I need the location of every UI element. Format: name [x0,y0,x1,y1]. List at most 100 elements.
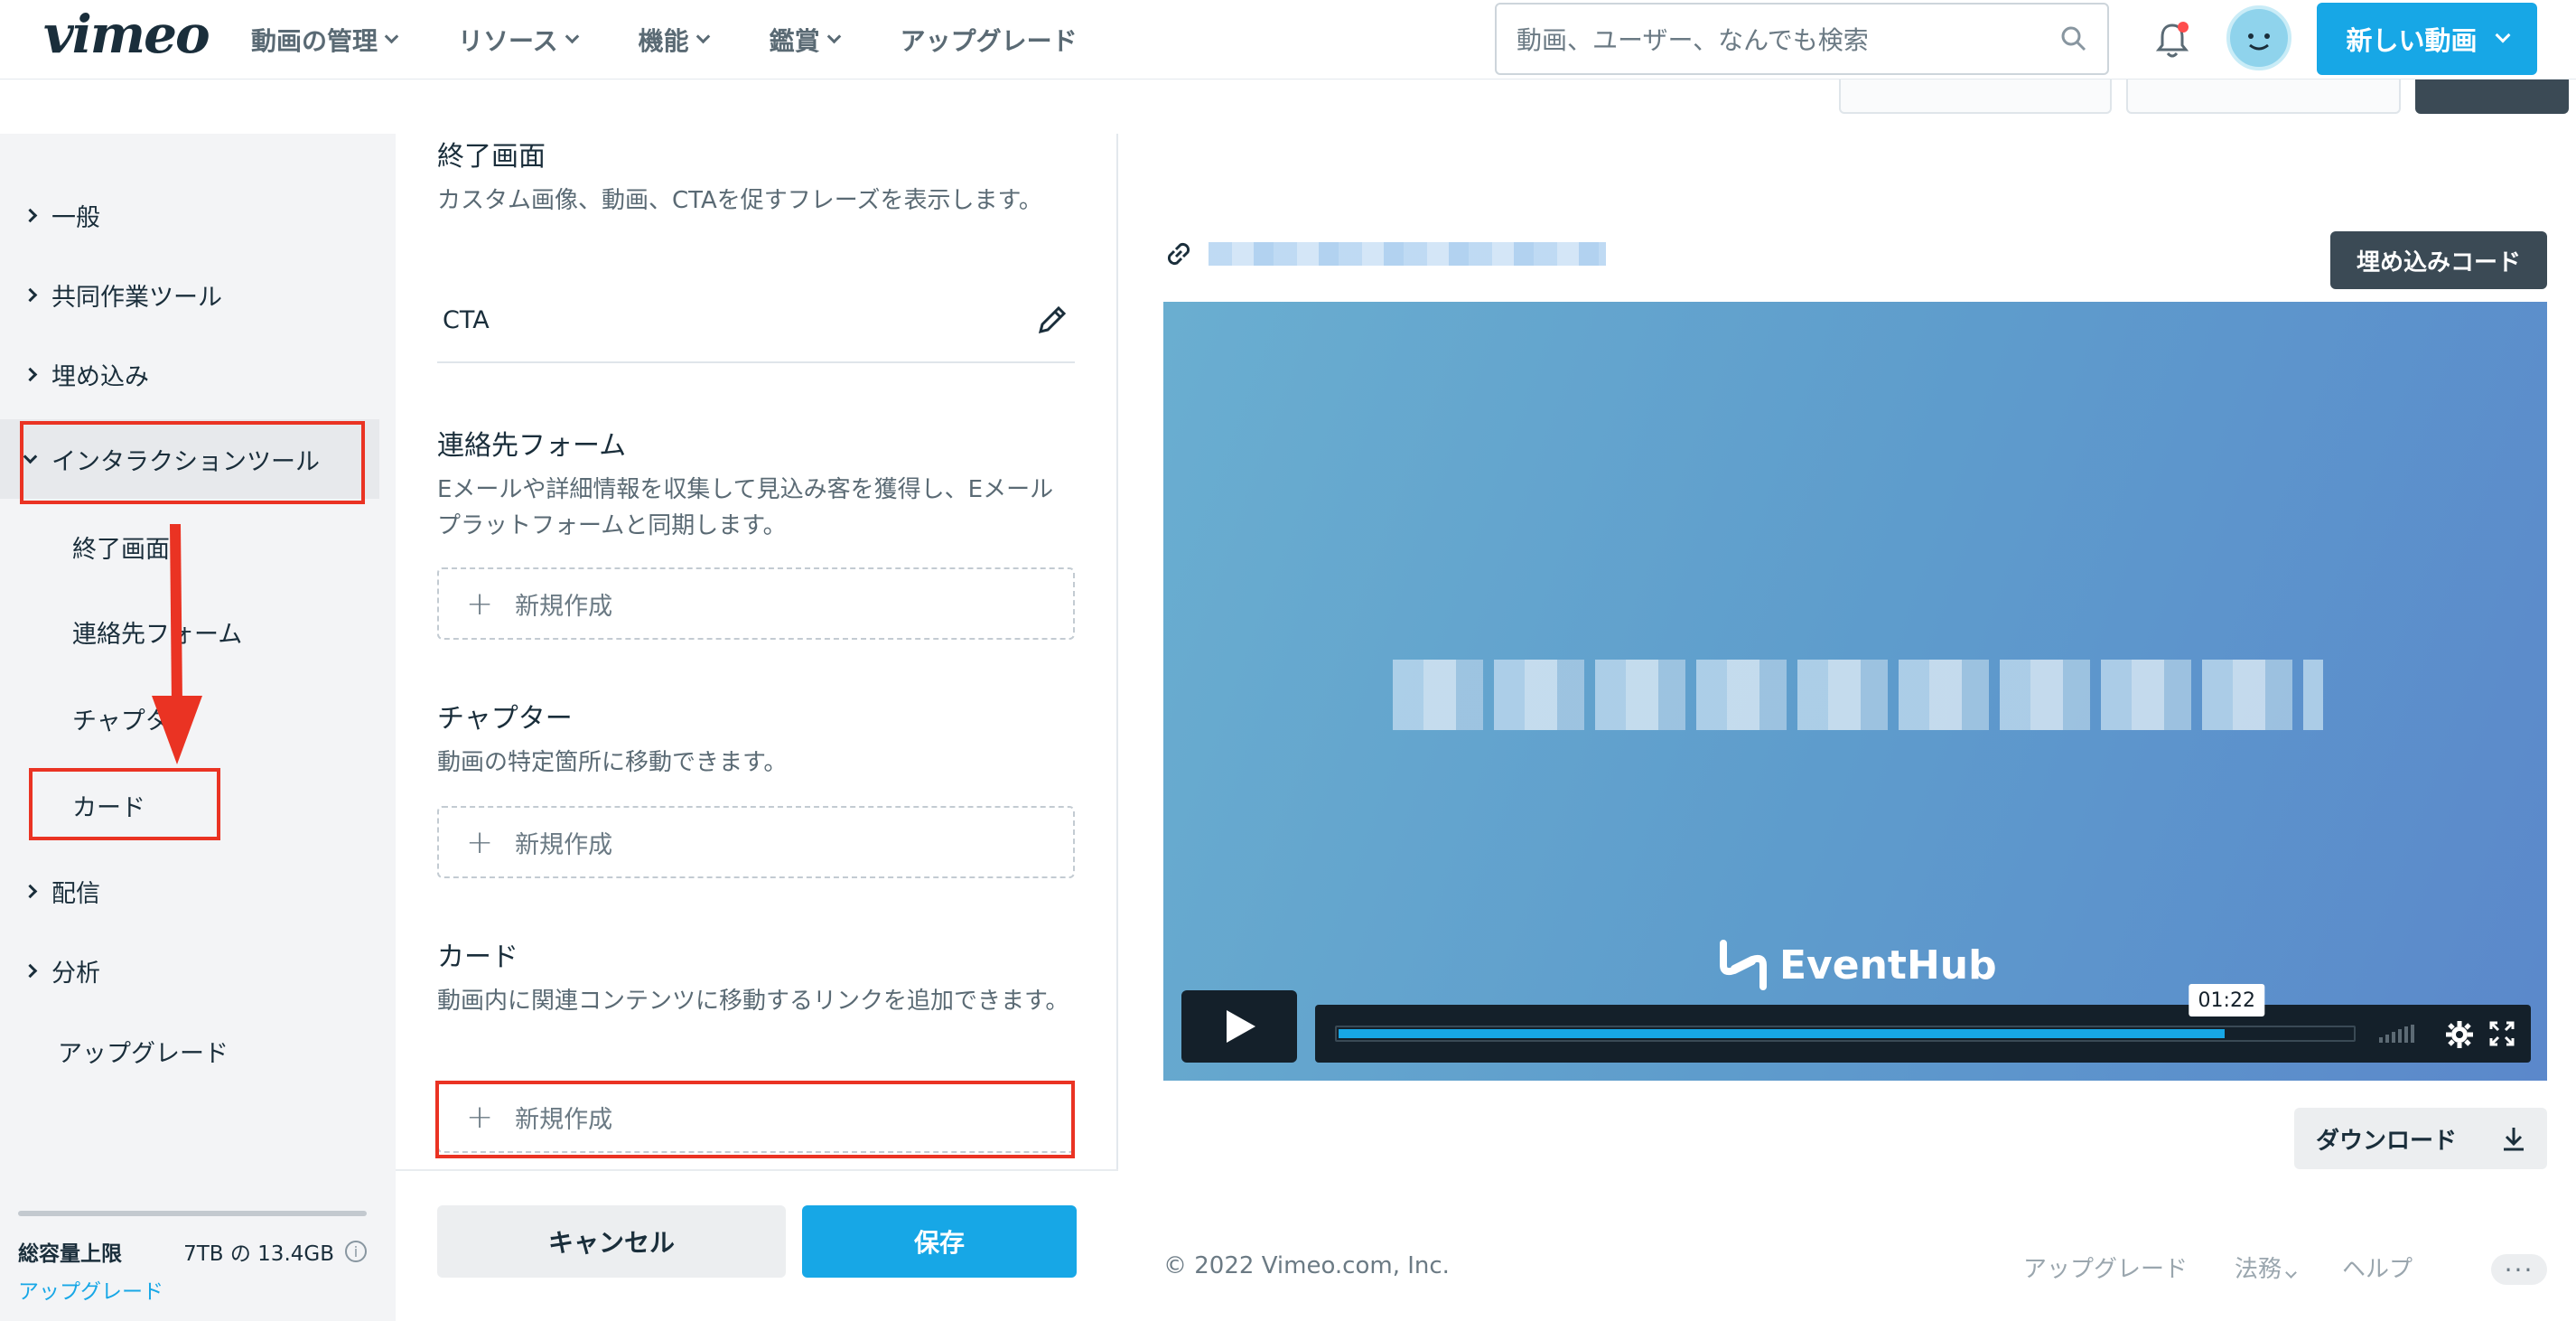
annotation-box-interaction-tools [20,421,365,504]
toolbar-button[interactable] [2126,80,2401,114]
section-desc-contact-form: Eメールや詳細情報を収集して見込み客を獲得し、Eメールプラットフォームと同期しま… [437,476,1054,539]
chevron-right-icon [23,287,38,302]
search-input[interactable]: 動画、ユーザー、なんでも検索 [1495,3,2109,75]
search-placeholder: 動画、ユーザー、なんでも検索 [1517,25,1869,55]
footer-links: アップグレード 法務 ヘルプ [2023,1251,2459,1284]
fullscreen-icon[interactable] [2489,1021,2515,1046]
chevron-right-icon [23,367,38,381]
section-title-chapters: チャプター [437,703,573,735]
panel-footer: キャンセル 保存 [396,1169,1118,1321]
current-time: 01:22 [2189,984,2264,1017]
save-button[interactable]: 保存 [802,1205,1077,1278]
cancel-button[interactable]: キャンセル [437,1205,786,1278]
footer-link-label: 法務 [2235,1256,2282,1283]
sidebar-item-label: 配信 [51,879,100,908]
section-desc-end-screen: カスタム画像、動画、CTAを促すフレーズを表示します。 [437,187,1042,214]
nav-manage-videos[interactable]: 動画の管理 [251,22,399,58]
nav-label: 鑑賞 [769,26,820,56]
nav-watch[interactable]: 鑑賞 [769,22,841,58]
main-nav: 動画の管理 リソース 機能 鑑賞 アップグレード [251,22,1139,58]
chevron-right-icon [23,208,38,222]
storage-label: 総容量上限 [18,1242,122,1266]
section-desc-cards: 動画内に関連コンテンツに移動するリンクを追加できます。 [437,988,1069,1015]
nav-features[interactable]: 機能 [638,22,710,58]
volume-icon[interactable] [2379,1025,2417,1043]
info-icon[interactable]: i [345,1241,367,1262]
annotation-box-new-card [435,1081,1075,1158]
sidebar-item-distribution[interactable]: 配信 [0,851,379,931]
video-link-row[interactable] [1162,237,1606,271]
sidebar-item-embed[interactable]: 埋め込み [0,334,379,414]
progress-fill [1339,1029,2226,1038]
contact-form-new-button[interactable]: + 新規作成 [437,567,1075,640]
nav-label: リソース [458,26,558,56]
chevron-down-icon [565,29,579,43]
sidebar-item-collaboration[interactable]: 共同作業ツール [0,255,379,334]
annotation-box-cards [29,768,220,840]
sidebar-item-analytics[interactable]: 分析 [0,931,379,1010]
play-button[interactable] [1181,990,1297,1063]
vimeo-logo[interactable]: vimeo [43,4,210,65]
plus-icon: + [466,585,494,623]
storage-bar [18,1211,367,1216]
sidebar-item-upgrade[interactable]: アップグレード [58,1034,229,1069]
search-icon [2061,26,2086,52]
page: vimeo 動画の管理 リソース 機能 鑑賞 アップグレード 動画、ユーザー、な… [0,0,2576,1321]
new-video-button[interactable]: 新しい動画 [2317,3,2537,75]
annotation-arrow-icon [152,524,202,764]
notification-bell-icon[interactable] [2154,20,2190,60]
storage-upgrade-link[interactable]: アップグレード [18,1274,367,1305]
embed-code-button[interactable]: 埋め込みコード [2330,231,2547,289]
storage-value: 7TB の 13.4GB [183,1242,334,1266]
more-options-button[interactable]: ··· [2491,1254,2547,1285]
video-player[interactable]: EventHub 01:22 [1163,302,2547,1081]
video-title-redacted [1393,660,2323,730]
end-screen-cta-row[interactable]: CTA [437,278,1075,363]
avatar[interactable] [2226,5,2291,70]
pencil-icon[interactable] [1035,303,1069,337]
chevron-right-icon [23,963,38,978]
sidebar-item-label: 埋め込み [51,362,149,391]
footer-link-help[interactable]: ヘルプ [2342,1251,2413,1284]
top-header: vimeo 動画の管理 リソース 機能 鑑賞 アップグレード 動画、ユーザー、な… [0,0,2576,80]
chevron-down-icon [2285,1267,2297,1279]
nav-resources[interactable]: リソース [458,22,579,58]
new-video-label: 新しい動画 [2346,25,2478,56]
gear-icon[interactable] [2444,1019,2475,1050]
nav-label: 動画の管理 [251,26,378,56]
chevron-down-icon [2495,27,2510,43]
player-controls: 01:22 [1315,984,2531,1063]
plus-icon: + [466,823,494,861]
eventhub-mark-icon [1720,940,1767,990]
copyright: © 2022 Vimeo.com, Inc. [1163,1252,1450,1279]
section-title-contact-form: 連絡先フォーム [437,430,627,462]
video-url-redacted[interactable] [1209,242,1606,266]
footer-link-upgrade[interactable]: アップグレード [2023,1251,2188,1284]
sidebar-item-label: 分析 [51,959,100,988]
storage-row: 総容量上限 7TB の 13.4GB i [18,1236,367,1267]
chapters-new-button[interactable]: + 新規作成 [437,806,1075,878]
download-button[interactable]: ダウンロード [2294,1108,2547,1169]
download-label: ダウンロード [2316,1127,2458,1155]
nav-label: アップグレード [900,26,1078,56]
face-icon [2248,33,2270,51]
link-icon [1167,242,1190,266]
section-title-end-screen: 終了画面 [437,141,546,173]
nav-label: 機能 [638,26,689,56]
chevron-down-icon [384,29,399,43]
toolbar-button[interactable] [2415,80,2569,114]
new-button-label: 新規作成 [515,592,613,621]
play-icon [1227,1010,1255,1043]
toolbar-button[interactable] [1839,80,2112,114]
chevron-down-icon [826,29,841,43]
footer-link-legal[interactable]: 法務 [2235,1251,2297,1284]
section-title-cards: カード [437,942,518,973]
sidebar-item-general[interactable]: 一般 [0,175,379,255]
storage-panel: 総容量上限 7TB の 13.4GB i アップグレード [18,1211,367,1305]
progress-bar[interactable]: 01:22 [1335,984,2356,1042]
brand-name: EventHub [1779,942,1997,988]
chevron-down-icon [695,29,710,43]
nav-upgrade[interactable]: アップグレード [901,22,1078,58]
eventhub-logo: EventHub [1714,934,1997,996]
sidebar-item-label: 共同作業ツール [51,283,222,312]
